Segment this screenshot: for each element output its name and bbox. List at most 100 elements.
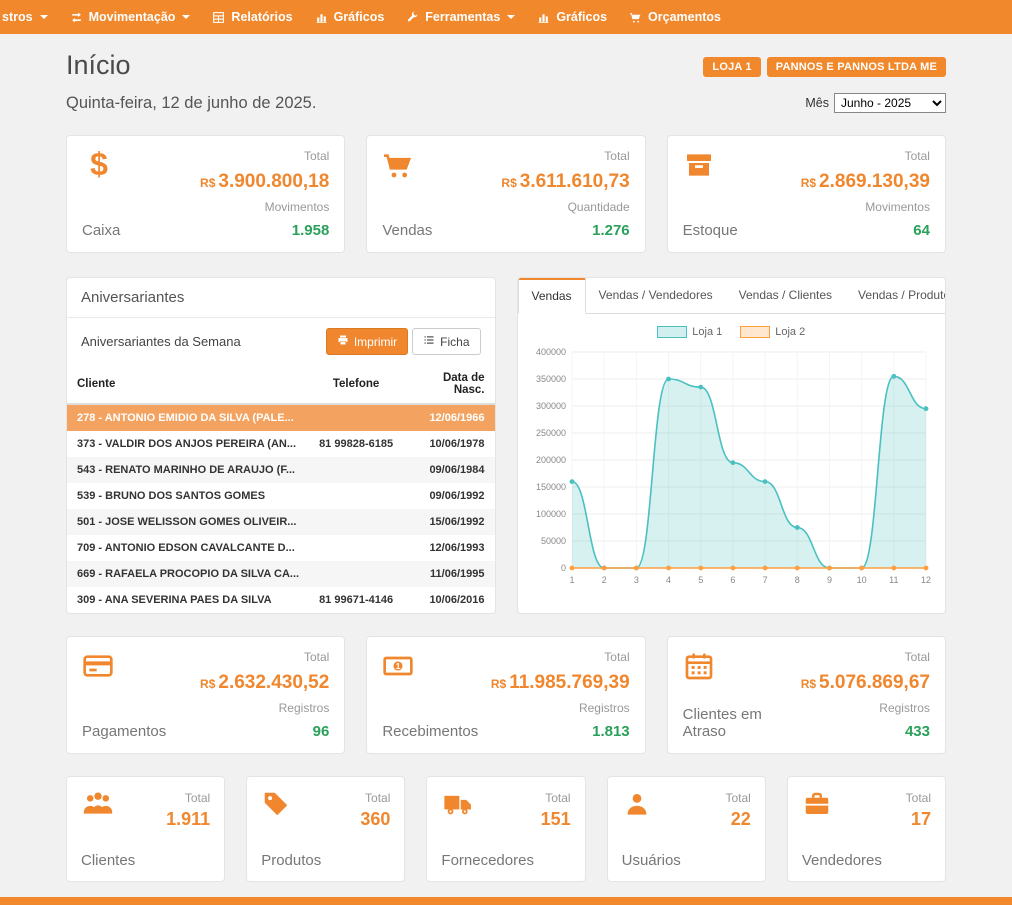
birthdays-subtitle: Aniversariantes da Semana: [81, 334, 241, 349]
card-label: Caixa: [82, 222, 120, 239]
card-label: Clientes em Atraso: [683, 706, 801, 740]
legend-item-loja2[interactable]: Loja 2: [740, 326, 805, 338]
bar-chart-icon: [315, 11, 328, 24]
tab-vendas-clientes[interactable]: Vendas / Clientes: [726, 278, 845, 313]
total-label: Total: [200, 149, 329, 163]
cell-telefone: 81 99828-6185: [309, 431, 403, 457]
svg-text:300000: 300000: [536, 401, 566, 411]
card-label: Usuários: [622, 852, 751, 869]
tab-vendas-vendedores[interactable]: Vendas / Vendedores: [586, 278, 726, 313]
sub-label: Registros: [801, 701, 930, 715]
card-vendas: Vendas Total R$3.611.610,73 Quantidade 1…: [366, 135, 645, 253]
cell-data-nasc: 11/06/1995: [403, 561, 494, 587]
sub-label: Quantidade: [501, 200, 629, 214]
svg-text:4: 4: [666, 575, 671, 585]
caret-down-icon: [507, 15, 515, 19]
svg-text:350000: 350000: [536, 374, 566, 384]
total-value: R$11.985.769,39: [491, 672, 630, 694]
legend-item-loja1[interactable]: Loja 1: [657, 326, 722, 338]
nav-item-cadastros[interactable]: stros: [0, 0, 59, 34]
total-value: R$3.611.610,73: [501, 171, 629, 193]
nav-item-ferramentas[interactable]: Ferramentas: [395, 0, 526, 34]
svg-text:10: 10: [857, 575, 867, 585]
archive-box-icon: [683, 149, 738, 186]
shopping-cart-icon: [382, 149, 432, 186]
ficha-button[interactable]: Ficha: [412, 328, 480, 355]
total-value: R$3.900.800,18: [200, 171, 329, 193]
card-label: Recebimentos: [382, 723, 478, 740]
stats-row-1: $ Caixa Total R$3.900.800,18 Movimentos …: [66, 135, 946, 253]
cell-cliente: 373 - VALDIR DOS ANJOS PEREIRA (AN...: [67, 431, 309, 457]
card-recebimentos: 1 Recebimentos Total R$11.985.769,39 Reg…: [366, 636, 645, 754]
print-button[interactable]: Imprimir: [326, 328, 408, 355]
card-usuarios: Total 22 Usuários: [607, 776, 766, 882]
nav-item-orcamentos[interactable]: Orçamentos: [618, 0, 732, 34]
total-label: Total: [801, 149, 930, 163]
nav-item-relatorios[interactable]: Relatórios: [201, 0, 303, 34]
dollar-sign-icon: $: [82, 149, 120, 188]
main-content: Início LOJA 1 PANNOS E PANNOS LTDA ME Qu…: [66, 34, 946, 882]
list-icon: [423, 334, 435, 349]
legend-swatch-loja1: [657, 326, 687, 338]
month-select[interactable]: Junho - 2025: [834, 93, 946, 113]
top-navbar: stros Movimentação Relatórios Gráficos F…: [0, 0, 1012, 34]
table-row[interactable]: 669 - RAFAELA PROCOPIO DA SILVA CA... 11…: [67, 561, 495, 587]
card-label: Produtos: [261, 852, 390, 869]
nav-item-movimentacao[interactable]: Movimentação: [59, 0, 202, 34]
cell-cliente: 501 - JOSE WELISSON GOMES OLIVEIR...: [67, 509, 309, 535]
cell-data-nasc: 10/06/1978: [403, 431, 494, 457]
card-produtos: Total 360 Produtos: [246, 776, 405, 882]
total-value: R$2.869.130,39: [801, 171, 930, 193]
page-title: Início: [66, 50, 131, 81]
sub-label: Movimentos: [801, 200, 930, 214]
card-clientes-em-atraso: Clientes em Atraso Total R$5.076.869,67 …: [667, 636, 946, 754]
cell-telefone: [309, 561, 403, 587]
cell-data-nasc: 09/06/1984: [403, 457, 494, 483]
cell-data-nasc: 12/06/1993: [403, 535, 494, 561]
tab-vendas-produtos[interactable]: Vendas / Produtos: [845, 278, 946, 313]
table-row[interactable]: 709 - ANTONIO EDSON CAVALCANTE D... 12/0…: [67, 535, 495, 561]
svg-text:6: 6: [731, 575, 736, 585]
chart-area: 0500001000001500002000002500003000003500…: [518, 340, 946, 600]
banknote-icon: 1: [382, 650, 478, 687]
report-icon: [212, 11, 225, 24]
card-label: Vendas: [382, 222, 432, 239]
nav-item-graficos[interactable]: Gráficos: [304, 0, 396, 34]
card-caixa: $ Caixa Total R$3.900.800,18 Movimentos …: [66, 135, 345, 253]
svg-text:$: $: [90, 149, 108, 182]
briefcase-icon: [802, 789, 832, 830]
table-row[interactable]: 543 - RENATO MARINHO DE ARAUJO (F... 09/…: [67, 457, 495, 483]
legend-swatch-loja2: [740, 326, 770, 338]
sub-value: 1.276: [501, 222, 629, 239]
svg-text:400000: 400000: [536, 347, 566, 357]
svg-text:250000: 250000: [536, 428, 566, 438]
cell-data-nasc: 12/06/1966: [403, 404, 494, 431]
total-value: R$2.632.430,52: [200, 672, 329, 694]
column-header-data-nasc: Data de Nasc.: [403, 365, 494, 404]
month-picker: Mês Junho - 2025: [805, 93, 946, 113]
cell-telefone: [309, 509, 403, 535]
store-badge: LOJA 1: [703, 57, 760, 77]
count-value: 151: [541, 809, 571, 830]
birthdays-table: Cliente Telefone Data de Nasc. 278 - ANT…: [67, 365, 495, 613]
nav-item-label: Relatórios: [231, 10, 292, 24]
tab-vendas[interactable]: Vendas: [518, 278, 586, 314]
table-row[interactable]: 501 - JOSE WELISSON GOMES OLIVEIR... 15/…: [67, 509, 495, 535]
current-date: Quinta-feira, 12 de junho de 2025.: [66, 94, 316, 113]
sub-value: 96: [200, 723, 329, 740]
month-label: Mês: [805, 96, 829, 110]
bar-chart-icon: [537, 11, 550, 24]
table-row[interactable]: 309 - ANA SEVERINA PAES DA SILVA 81 9967…: [67, 587, 495, 613]
table-row[interactable]: 539 - BRUNO DOS SANTOS GOMES 09/06/1992: [67, 483, 495, 509]
exchange-icon: [70, 11, 83, 24]
birthdays-panel: Aniversariantes Aniversariantes da Seman…: [66, 277, 496, 614]
nav-item-label: Movimentação: [89, 10, 176, 24]
printer-icon: [337, 334, 349, 349]
nav-item-graficos-2[interactable]: Gráficos: [526, 0, 618, 34]
table-row[interactable]: 373 - VALDIR DOS ANJOS PEREIRA (AN... 81…: [67, 431, 495, 457]
table-row-selected[interactable]: 278 - ANTONIO EMIDIO DA SILVA (PALE... 1…: [67, 404, 495, 431]
svg-text:1: 1: [396, 661, 401, 671]
cart-icon: [629, 11, 642, 24]
total-label: Total: [200, 650, 329, 664]
sub-label: Registros: [200, 701, 329, 715]
